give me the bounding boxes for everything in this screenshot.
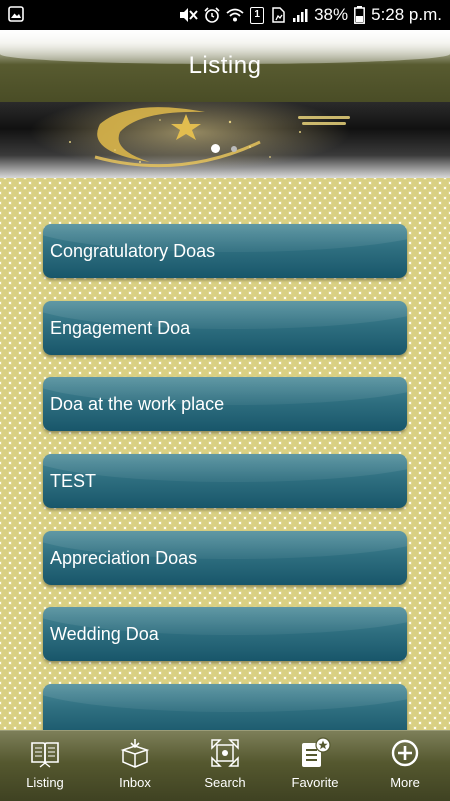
list-item[interactable]	[43, 684, 407, 730]
sim-card-icon	[270, 7, 286, 23]
mute-icon	[178, 7, 198, 23]
tab-search[interactable]: Search	[180, 731, 270, 801]
carousel-indicator	[0, 144, 450, 154]
tab-label: Search	[204, 775, 246, 790]
gallery-notification-icon	[8, 6, 24, 22]
list-item-label: Congratulatory Doas	[50, 241, 216, 261]
box-icon	[119, 737, 151, 769]
list-item[interactable]: Appreciation Doas	[43, 531, 407, 585]
signal-icon	[292, 7, 308, 23]
tab-label: Listing	[26, 775, 64, 790]
plus-circle-icon	[389, 737, 421, 769]
list-item[interactable]: Congratulatory Doas	[43, 224, 407, 278]
list-item[interactable]: Engagement Doa	[43, 301, 407, 355]
list-item[interactable]: Wedding Doa	[43, 607, 407, 661]
status-bar: 1 38% 5:28 p.m.	[0, 0, 450, 30]
banner-carousel[interactable]	[0, 102, 450, 178]
tab-label: More	[390, 775, 420, 790]
list-item-label: Engagement Doa	[50, 318, 191, 338]
sim-indicator: 1	[250, 6, 265, 24]
bottom-tab-bar: Listing Inbox Search Favorite More	[0, 730, 450, 801]
page-title: Listing	[188, 52, 262, 79]
battery-icon	[354, 6, 366, 24]
clock-time: 5:28 p.m.	[371, 5, 442, 24]
tab-label: Favorite	[291, 775, 339, 790]
favorite-icon	[299, 737, 331, 769]
wifi-icon	[226, 7, 244, 23]
tab-inbox[interactable]: Inbox	[90, 731, 180, 801]
search-icon	[209, 737, 241, 769]
tab-listing[interactable]: Listing	[0, 731, 90, 801]
listing-content[interactable]: Congratulatory Doas Engagement Doa Doa a…	[0, 178, 450, 730]
list-item[interactable]: Doa at the work place	[43, 377, 407, 431]
tab-favorite[interactable]: Favorite	[270, 731, 360, 801]
list-item-label: Wedding Doa	[50, 624, 159, 644]
book-icon	[29, 737, 61, 769]
list-item-label: Appreciation Doas	[50, 548, 198, 568]
battery-percent: 38%	[314, 5, 349, 24]
crescent-star-banner-image	[30, 102, 350, 170]
list-item[interactable]: TEST	[43, 454, 407, 508]
tab-label: Inbox	[119, 775, 151, 790]
list-item-label: Doa at the work place	[50, 394, 225, 414]
list-item-label: TEST	[50, 471, 97, 491]
alarm-icon	[204, 7, 220, 23]
tab-more[interactable]: More	[360, 731, 450, 801]
app-header: Listing	[0, 30, 450, 102]
carousel-dot[interactable]	[231, 146, 237, 152]
carousel-dot-active[interactable]	[211, 144, 220, 153]
